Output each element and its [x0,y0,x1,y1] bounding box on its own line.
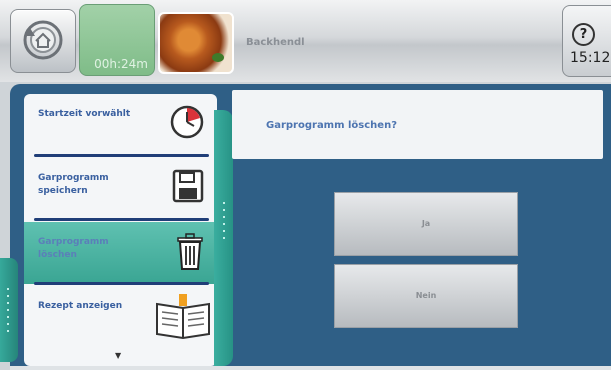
bottom-strip [10,366,611,370]
menu-item-label: Startzeit vorwählt [38,109,131,119]
program-thumbnail[interactable] [158,12,234,74]
trash-icon [177,233,203,270]
menu-item-label: Garprogramm speichern [38,173,109,196]
top-bar: 00h:24m Backhendl ? 15:12 [0,0,611,82]
left-drawer-handle[interactable] [0,258,18,362]
cooking-timer[interactable]: 00h:24m [79,4,155,76]
menu-item-save-program[interactable]: Garprogramm speichern [24,158,217,220]
back-home-icon [23,20,63,60]
yes-button-label: Ja [421,219,431,228]
no-button[interactable]: Nein [334,264,518,328]
menu-divider [34,154,209,157]
help-button[interactable]: ? 15:12 [562,5,611,77]
oven-control-screen: 00h:24m Backhendl ? 15:12 Startzeit vorw… [0,0,611,370]
book-icon [156,294,210,340]
dialog-question: Garprogramm löschen? [266,120,398,131]
clock: 15:12 [570,50,611,66]
menu-item-show-recipe[interactable]: Rezept anzeigen [24,286,217,348]
timer-value: 00h:24m [94,57,148,71]
yes-button[interactable]: Ja [334,192,518,256]
menu-drawer-handle[interactable] [214,110,233,366]
back-home-button[interactable] [10,9,76,73]
side-menu: Startzeit vorwählt Garprogramm speichern… [24,94,217,366]
program-name: Backhendl [246,37,305,48]
clock-icon [170,105,204,139]
no-button-label: Nein [415,291,437,300]
dialog-question-box: Garprogramm löschen? [232,90,603,159]
grip-dots [223,202,225,240]
garnish [212,53,224,62]
scroll-down-indicator[interactable]: ▼ [115,351,121,360]
menu-divider [34,282,209,285]
menu-divider [34,218,209,221]
menu-item-label: Rezept anzeigen [38,301,123,311]
save-icon [172,169,204,203]
menu-item-delete-program[interactable]: Garprogramm löschen [24,222,217,284]
menu-item-start-time[interactable]: Startzeit vorwählt [24,94,217,156]
help-icon: ? [572,23,595,46]
menu-item-label: Garprogramm löschen [38,237,109,260]
grip-dots [7,288,9,332]
